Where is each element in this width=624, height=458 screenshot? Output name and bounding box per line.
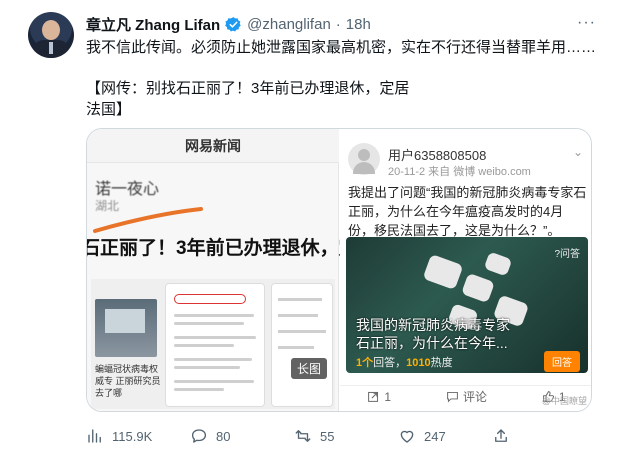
reply-count: 80 (216, 428, 231, 444)
tweet-metrics: 115.9K 80 55 247 (86, 424, 526, 448)
heat-count: 1010 (406, 357, 431, 369)
orange-swoosh-decoration (93, 207, 203, 233)
qa-tag: ?问答 (554, 249, 580, 260)
long-image-badge: 长图 (290, 358, 327, 379)
netease-app-title: 网易新闻 (87, 129, 339, 163)
separator-dot: · (335, 15, 341, 33)
retweet-button[interactable]: 55 (294, 427, 398, 445)
analytics-icon (88, 429, 101, 443)
attached-image[interactable]: 网易新闻 诺一夜心 湖北 石正丽了！3年前已办理退休，定 蝙蝠冠状病毒权威专 正… (86, 128, 592, 412)
blurred-username: 诺一夜心 (95, 181, 160, 198)
comment-label: 评论 (462, 390, 487, 404)
lecture-photo (95, 299, 157, 357)
answers-label: 回答， (373, 357, 407, 369)
weibo-meta: 20-11-2 来自 微博 weibo.com (388, 166, 531, 178)
document-screenshot (165, 283, 265, 407)
document-screenshot (271, 283, 333, 407)
weibo-username: 用户6358808508 (388, 148, 487, 163)
weibo-avatar (348, 143, 380, 175)
share-button[interactable] (492, 424, 512, 448)
qa-title-line: 我国的新冠肺炎病毒专家 (356, 317, 510, 333)
qa-title-line: 石正丽，为什么在今年... (356, 335, 508, 351)
heat-label: 热度 (430, 357, 453, 369)
weibo-post-text: 我提出了问题“我国的新冠肺炎病毒专家石正丽，为什么在今年瘟疫高发时的4月份，移民… (348, 185, 587, 238)
tweet-timestamp[interactable]: 18h (346, 16, 371, 33)
author-name[interactable]: 章立凡 Zhang Lifan (86, 14, 220, 35)
news-thumbnails: 蝙蝠冠状病毒权威专 正丽研究员去了哪 长图 (91, 279, 335, 409)
like-count: 247 (424, 428, 446, 444)
retweet-count: 55 (320, 428, 335, 444)
repost-icon (368, 391, 379, 402)
red-highlight-circle (174, 294, 246, 304)
answers-count: 1个 (356, 357, 374, 369)
author-handle[interactable]: @zhanglifan (247, 16, 331, 33)
comment-icon (447, 391, 458, 403)
retweet-icon (295, 430, 311, 442)
share-icon (495, 429, 507, 442)
watermark: @中国瞭望 (541, 396, 587, 406)
chevron-down-icon: ⌄ (572, 145, 583, 159)
tweet-header: 章立凡 Zhang Lifan @zhanglifan · 18h (86, 14, 371, 34)
like-button[interactable]: 247 (398, 427, 502, 445)
netease-screenshot: 网易新闻 诺一夜心 湖北 石正丽了！3年前已办理退休，定 蝙蝠冠状病毒权威专 正… (87, 129, 358, 411)
heart-icon (400, 430, 414, 443)
author-avatar[interactable] (28, 12, 74, 58)
tweet[interactable]: 章立凡 Zhang Lifan @zhanglifan · 18h ··· 我不… (0, 0, 624, 458)
thumbnail-caption: 蝙蝠冠状病毒权威专 正丽研究员去了哪 (95, 364, 161, 398)
weibo-repost: 1 (367, 390, 391, 404)
tweet-quote-line: 【网传：别找石正丽了！3年前已办理退休，定居 (86, 80, 410, 97)
weibo-screenshot: 用户6358808508 20-11-2 来自 微博 weibo.com ⌄ 我… (340, 129, 591, 411)
qa-stats: 1个回答，1010热度 (356, 354, 453, 370)
tweet-quote-line: 法国】 (86, 101, 132, 118)
answer-button: 回答 (544, 351, 580, 372)
reply-icon (191, 429, 207, 443)
news-headline: 石正丽了！3年前已办理退休，定 (86, 238, 358, 259)
views-count: 115.9K (112, 428, 153, 444)
repost-count: 1 (384, 389, 392, 404)
weibo-comment: 评论 (446, 388, 487, 405)
verified-badge-icon (225, 16, 241, 32)
reply-button[interactable]: 80 (190, 427, 294, 445)
views-metric[interactable]: 115.9K (86, 427, 190, 445)
tweet-text-line: 我不信此传闻。必须防止她泄露国家最高机密，实在不行还得当替罪羊用…… (86, 39, 597, 56)
qa-card-image: ?问答 我国的新冠肺炎病毒专家 石正丽，为什么在今年... 1个回答，1010热… (346, 237, 588, 373)
more-options-icon[interactable]: ··· (577, 14, 596, 32)
